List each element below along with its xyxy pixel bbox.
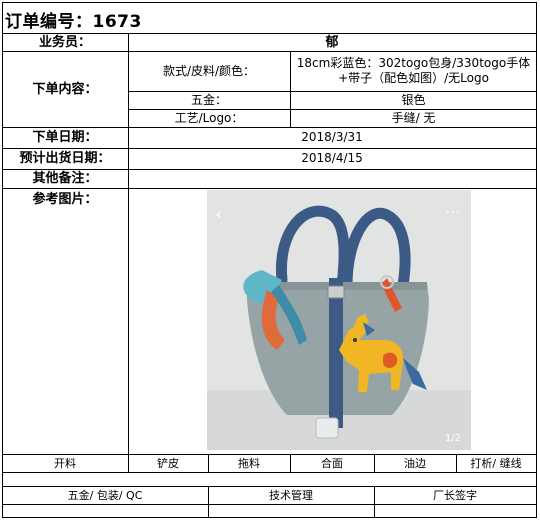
step-skiving: 铲皮 — [157, 456, 179, 470]
hardware-value: 银色 — [401, 92, 426, 107]
bag-illustration — [207, 190, 471, 450]
step-joining: 合面 — [321, 456, 343, 470]
hardware-label: 五金： — [190, 92, 227, 107]
step-edge-paint: 油边 — [404, 456, 426, 470]
rule-bottom — [2, 517, 536, 518]
sign-hardware-qc: 五金/ 包装/ QC — [67, 488, 143, 502]
style-label: 款式/皮料/颜色： — [162, 63, 256, 78]
remarks-label: 其他备注： — [32, 171, 98, 186]
sign-tech-mgmt: 技术管理 — [269, 488, 313, 502]
step-cutting: 开料 — [54, 456, 76, 470]
ship-date-label: 预计出货日期： — [19, 151, 111, 166]
order-content-label: 下单内容： — [32, 81, 98, 97]
step-dragging: 拖料 — [238, 456, 260, 470]
sign-factory-manager: 厂长签字 — [433, 488, 477, 502]
photo-prev-icon[interactable]: ‹ — [215, 204, 222, 225]
step-stitching: 打析/ 缝线 — [470, 456, 522, 470]
rule — [2, 504, 536, 505]
salesperson-label: 业务员： — [38, 34, 91, 50]
photo-menu-icon[interactable]: ··· — [446, 206, 461, 221]
reference-label: 参考图片： — [32, 191, 98, 207]
rule-right — [536, 2, 537, 518]
photo-counter: 1/2 — [444, 433, 461, 444]
craft-label: 工艺/Logo： — [174, 110, 244, 125]
reference-photo: ‹ ··· 1/2 — [207, 190, 471, 450]
order-number-title: 订单编号：1673 — [5, 12, 142, 32]
ship-date-value: 2018/4/15 — [301, 151, 363, 165]
style-value: 18cm彩蓝色：302togo包身/330togo手体+带子（配色如图）/无Lo… — [296, 56, 531, 85]
order-date-value: 2018/3/31 — [301, 130, 363, 144]
rule-top — [2, 2, 536, 3]
order-form: 订单编号：1673 业务员： 郁 下单内容： 款式/皮料/颜色： 18cm彩蓝色… — [2, 2, 537, 518]
craft-value: 手缝/ 无 — [391, 110, 436, 125]
salesperson-value: 郁 — [325, 34, 339, 50]
order-date-label: 下单日期： — [32, 130, 98, 145]
rule — [2, 472, 536, 473]
